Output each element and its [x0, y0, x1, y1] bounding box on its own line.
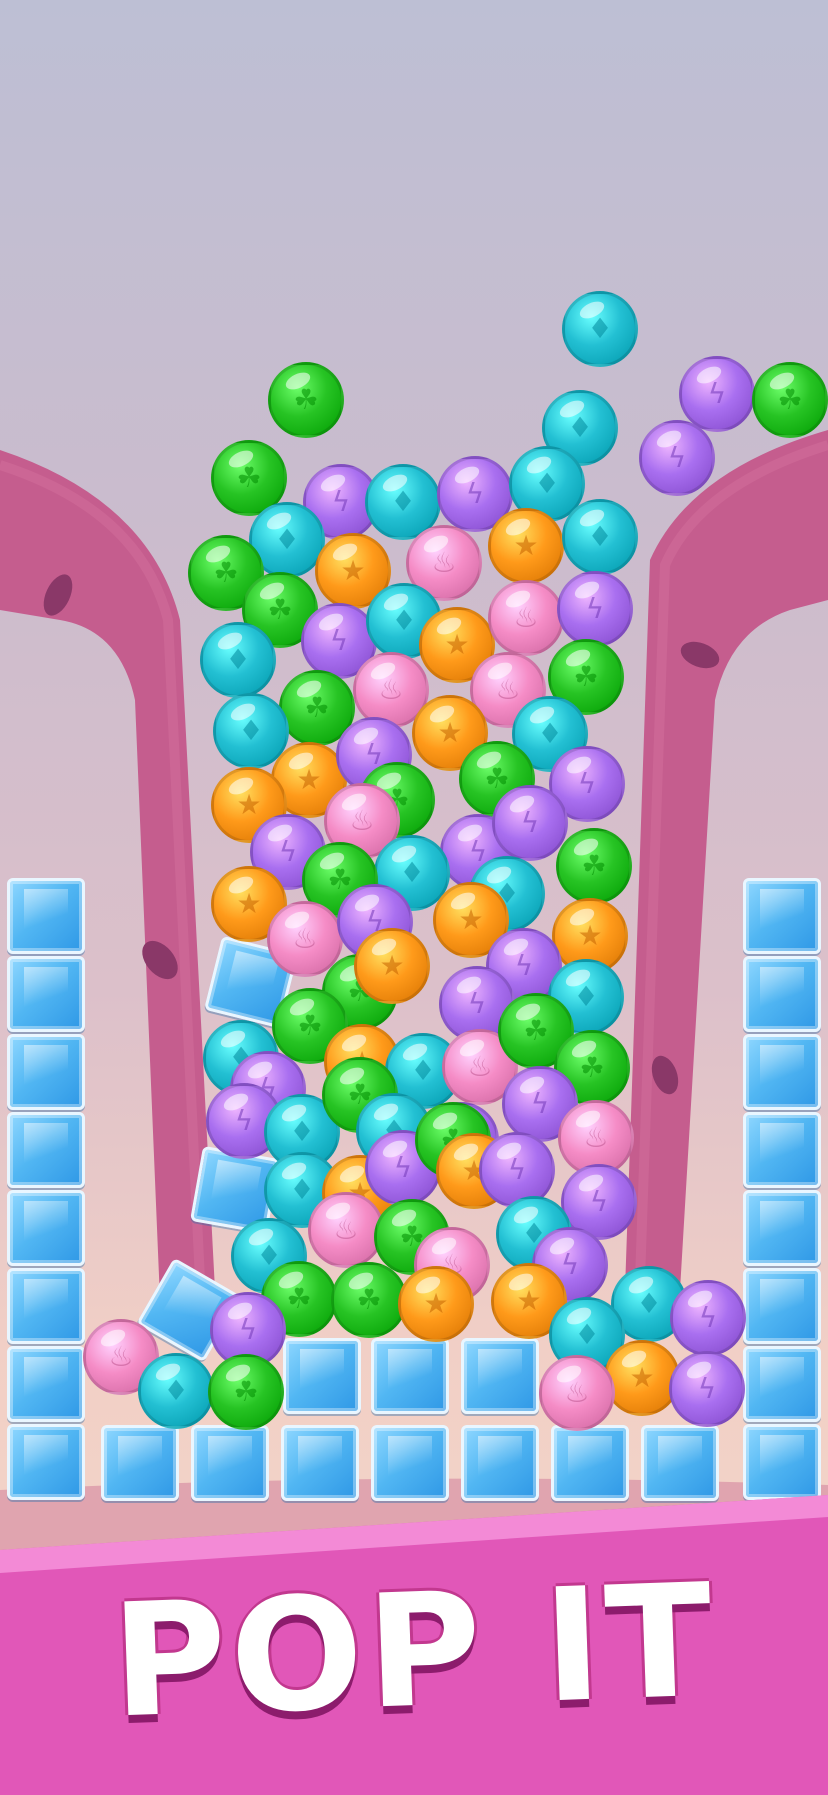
- ice-block: [743, 1268, 821, 1344]
- drop-icon: ♦: [587, 312, 613, 345]
- ice-block: [551, 1425, 629, 1501]
- ice-block: [7, 878, 85, 954]
- drop-icon: ♦: [163, 1374, 189, 1407]
- pink-bubble[interactable]: ♨: [308, 1192, 384, 1268]
- flame-icon: ♨: [333, 1213, 359, 1246]
- ice-block: [371, 1425, 449, 1501]
- orange-bubble[interactable]: ★: [354, 928, 430, 1004]
- green-bubble[interactable]: ☘: [331, 1262, 407, 1338]
- ice-block: [7, 1268, 85, 1344]
- purple-bubble[interactable]: ϟ: [492, 785, 568, 861]
- ice-block: [743, 1346, 821, 1422]
- teal-bubble[interactable]: ♦: [138, 1353, 214, 1429]
- ice-block: [191, 1425, 269, 1501]
- ice-block: [743, 1424, 821, 1500]
- leaf-icon: ☘: [777, 383, 803, 416]
- bolt-icon: ϟ: [698, 1301, 718, 1334]
- teal-bubble[interactable]: ♦: [562, 499, 638, 575]
- star-icon: ★: [629, 1361, 655, 1394]
- ice-block: [7, 1424, 85, 1500]
- ice-block: [283, 1338, 361, 1414]
- drop-icon: ♦: [390, 485, 416, 518]
- ice-block: [7, 1190, 85, 1266]
- purple-bubble[interactable]: ϟ: [679, 356, 755, 432]
- orange-bubble[interactable]: ★: [604, 1340, 680, 1416]
- leaf-icon: ☘: [356, 1283, 382, 1316]
- ice-block: [7, 956, 85, 1032]
- bolt-icon: ϟ: [520, 806, 540, 839]
- game-scene: ♦ ϟ ☘ ☘ ♦ ϟ ☘ ϟ ♦ ϟ ♦ ♦ ★ ♨ ★ ♦ ☘ ☘ ϟ ♦ ★ ♨ ϟ ♦ ☘ ♨ ♨ ☘ ♦ ★ ϟ ★ ♦ ★ ☘ ☘ ϟ ϟ ♨ ϟ…: [0, 0, 828, 1795]
- green-bubble[interactable]: ☘: [752, 362, 828, 438]
- ice-block: [743, 956, 821, 1032]
- ice-block: [461, 1425, 539, 1501]
- leaf-icon: ☘: [233, 1375, 259, 1408]
- pop-it-title: POP IT: [108, 1549, 720, 1753]
- teal-bubble[interactable]: ♦: [562, 291, 638, 367]
- green-bubble[interactable]: ☘: [208, 1354, 284, 1430]
- ice-block: [743, 878, 821, 954]
- green-bubble[interactable]: ☘: [556, 828, 632, 904]
- ice-block: [7, 1112, 85, 1188]
- leaf-icon: ☘: [293, 383, 319, 416]
- ice-block: [7, 1034, 85, 1110]
- ice-block: [743, 1034, 821, 1110]
- ice-block: [743, 1112, 821, 1188]
- star-icon: ★: [423, 1287, 449, 1320]
- ice-block: [7, 1346, 85, 1422]
- teal-bubble[interactable]: ♦: [200, 622, 276, 698]
- pink-bubble[interactable]: ♨: [539, 1355, 615, 1431]
- star-icon: ★: [379, 949, 405, 982]
- purple-bubble[interactable]: ϟ: [639, 420, 715, 496]
- bolt-icon: ϟ: [585, 592, 605, 625]
- star-icon: ★: [513, 529, 539, 562]
- drop-icon: ♦: [587, 520, 613, 553]
- drop-icon: ♦: [225, 643, 251, 676]
- bolt-icon: ϟ: [667, 441, 687, 474]
- leaf-icon: ☘: [236, 461, 262, 494]
- flame-icon: ♨: [583, 1121, 609, 1154]
- purple-bubble[interactable]: ϟ: [669, 1351, 745, 1427]
- bolt-icon: ϟ: [507, 1153, 527, 1186]
- ice-block: [371, 1338, 449, 1414]
- ice-block: [461, 1338, 539, 1414]
- ice-block: [743, 1190, 821, 1266]
- purple-bubble[interactable]: ϟ: [557, 571, 633, 647]
- orange-bubble[interactable]: ★: [488, 508, 564, 584]
- purple-bubble[interactable]: ϟ: [670, 1280, 746, 1356]
- bolt-icon: ϟ: [707, 377, 727, 410]
- bolt-icon: ϟ: [697, 1372, 717, 1405]
- flame-icon: ♨: [564, 1376, 590, 1409]
- ice-block: [281, 1425, 359, 1501]
- leaf-icon: ☘: [581, 849, 607, 882]
- green-bubble[interactable]: ☘: [268, 362, 344, 438]
- orange-bubble[interactable]: ★: [398, 1266, 474, 1342]
- ice-block: [101, 1425, 179, 1501]
- ice-block: [641, 1425, 719, 1501]
